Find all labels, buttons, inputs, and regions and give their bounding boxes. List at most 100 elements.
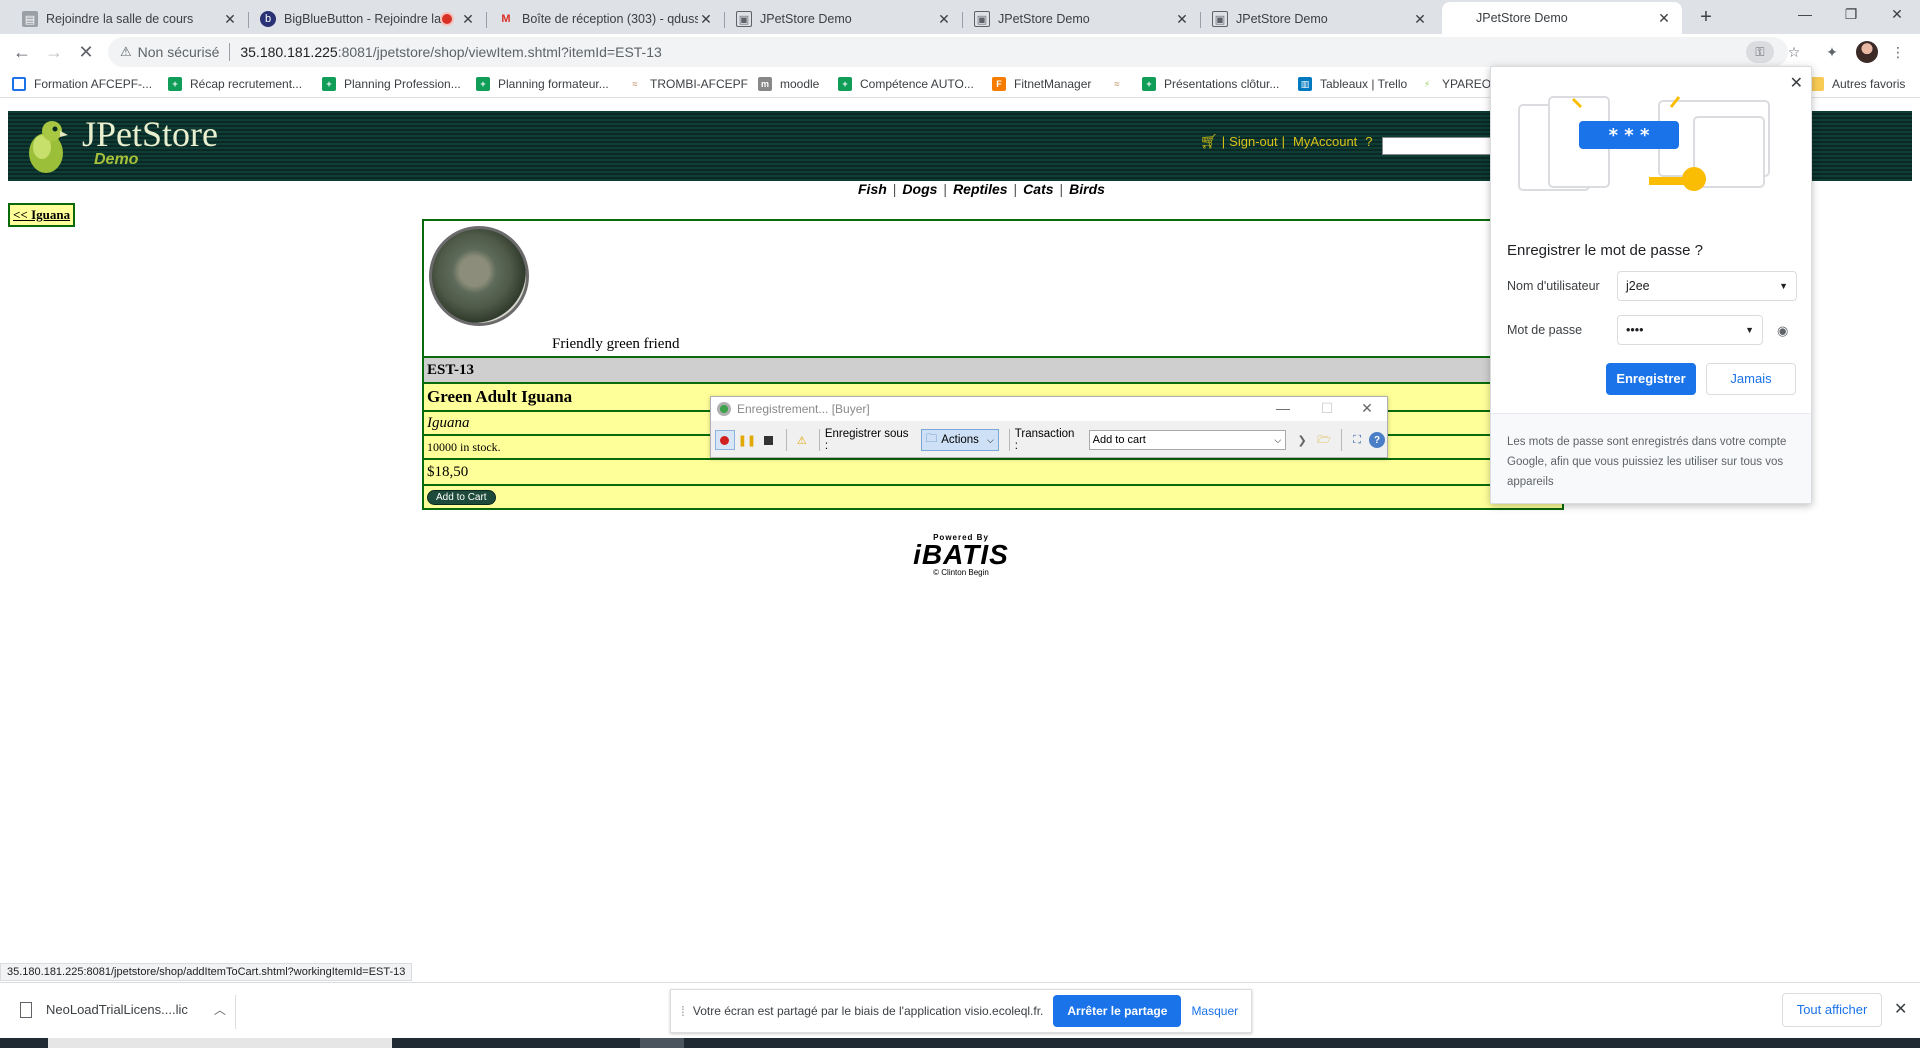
bookmark-item[interactable]: ≈ TROMBI-AFCEPF	[628, 75, 748, 93]
folder-icon: 🗀	[925, 432, 938, 445]
close-tab-icon[interactable]: ✕	[1174, 11, 1190, 28]
close-tab-icon[interactable]: ✕	[698, 11, 714, 28]
next-transaction-icon[interactable]: ❯	[1292, 430, 1312, 450]
taskbar-app[interactable]	[640, 1038, 684, 1048]
download-item[interactable]: NeoLoadTrialLicens....lic ︿	[20, 1001, 226, 1018]
help-link[interactable]: ?	[1365, 134, 1372, 149]
dropdown-arrow-icon: ▼	[1779, 281, 1788, 291]
parrot-logo-icon[interactable]	[22, 117, 70, 175]
recorder-toolbar: ❚❚ ⚠ Enregistrer sous : 🗀 Actions ⌵ Tran…	[711, 423, 1387, 457]
password-key-icon[interactable]: ⚿	[1746, 41, 1774, 63]
show-password-eye-icon[interactable]: ◉	[1777, 323, 1788, 339]
item-id: EST-13	[427, 361, 474, 378]
bookmark-item[interactable]: + Planning formateur...	[476, 75, 609, 93]
chevron-up-icon[interactable]: ︿	[214, 1001, 226, 1018]
bookmark-item[interactable]: Formation AFCEPF-...	[12, 75, 152, 93]
other-bookmarks[interactable]: Autres favoris	[1810, 75, 1905, 93]
new-tab-button[interactable]: +	[1694, 6, 1718, 30]
restore-window-icon[interactable]: ❐	[1828, 0, 1874, 30]
bookmark-item[interactable]: + Présentations clôtur...	[1142, 75, 1279, 93]
recorder-maximize-icon[interactable]: ☐	[1305, 397, 1349, 421]
profile-avatar[interactable]	[1856, 41, 1878, 63]
stop-icon[interactable]	[759, 430, 779, 450]
back-to-product-link[interactable]: << Iguana	[8, 203, 76, 227]
minimize-window-icon[interactable]: —	[1782, 0, 1828, 30]
settings-network-icon[interactable]: ⛶	[1347, 430, 1367, 450]
url-text[interactable]: 35.180.181.225:8081/jpetstore/shop/viewI…	[240, 44, 661, 60]
close-shelf-icon[interactable]: ✕	[1894, 999, 1907, 1019]
tab-gmail[interactable]: M Boîte de réception (303) - qdusse ✕	[488, 4, 725, 34]
store-logo-title[interactable]: JPetStore	[82, 113, 218, 155]
close-tab-icon[interactable]: ✕	[222, 11, 238, 28]
address-bar[interactable]: ⚠ Non sécurisé 35.180.181.225:8081/jpets…	[108, 37, 1788, 67]
menu-kebab-icon[interactable]: ⋮	[1888, 42, 1908, 62]
bookmark-item[interactable]: ▥ Tableaux | Trello	[1298, 75, 1407, 93]
tab-jpetstore-2[interactable]: ▣ JPetStore Demo ✕	[964, 4, 1201, 34]
record-icon[interactable]	[715, 430, 735, 450]
bigbluebutton-icon: b	[260, 11, 276, 27]
save-password-button[interactable]: Enregistrer	[1606, 363, 1696, 395]
bookmark-item[interactable]: ⚡ YPAREO	[1420, 75, 1491, 93]
category-reptiles-link[interactable]: Reptiles	[953, 181, 1007, 197]
transaction-combobox[interactable]: Add to cart ⌵	[1088, 430, 1287, 450]
tab-rejoindre[interactable]: ▤ Rejoindre la salle de cours ✕	[12, 4, 249, 34]
item-id-row: EST-13	[424, 356, 1562, 382]
stop-loading-icon[interactable]: ✕	[74, 40, 98, 64]
tab-jpetstore-3[interactable]: ▣ JPetStore Demo ✕	[1202, 4, 1438, 34]
chevron-down-icon: ⌵	[986, 434, 994, 445]
add-to-cart-row: Add to Cart	[424, 484, 1562, 508]
actions-dropdown[interactable]: 🗀 Actions ⌵	[920, 429, 999, 451]
search-input[interactable]	[1382, 137, 1502, 155]
close-window-icon[interactable]: ✕	[1874, 0, 1920, 30]
password-field[interactable]: •••• ▼	[1617, 315, 1763, 345]
category-fish-link[interactable]: Fish	[858, 181, 887, 197]
status-bar-url: 35.180.181.225:8081/jpetstore/shop/addIt…	[0, 963, 413, 981]
extensions-puzzle-icon[interactable]: ✦	[1822, 42, 1842, 62]
bookmark-star-icon[interactable]: ☆	[1784, 42, 1804, 62]
tab-jpetstore-active[interactable]: JPetStore Demo ✕	[1442, 2, 1682, 34]
tab-jpetstore-1[interactable]: ▣ JPetStore Demo ✕	[726, 4, 963, 34]
signout-link[interactable]: Sign-out	[1229, 134, 1277, 149]
url-host: 35.180.181.225	[240, 44, 338, 60]
add-to-cart-button[interactable]: Add to Cart	[427, 489, 496, 505]
dropdown-arrow-icon: ▼	[1745, 325, 1754, 335]
recorder-titlebar[interactable]: Enregistrement... [Buyer] — ☐ ✕	[711, 397, 1387, 421]
bookmark-item[interactable]: m moodle	[758, 75, 819, 93]
taskbar-app[interactable]	[48, 1038, 392, 1048]
category-dogs-link[interactable]: Dogs	[902, 181, 937, 197]
bookmark-item[interactable]: + Planning Profession...	[322, 75, 461, 93]
recorder-close-icon[interactable]: ✕	[1345, 397, 1389, 421]
bookmark-item[interactable]: + Récap recrutement...	[168, 75, 302, 93]
neoload-recorder-window: Enregistrement... [Buyer] — ☐ ✕ ❚❚ ⚠ Enr…	[710, 396, 1388, 458]
recorder-minimize-icon[interactable]: —	[1261, 397, 1305, 421]
bookmark-item[interactable]: ≈	[1110, 75, 1132, 93]
back-icon[interactable]: ←	[10, 40, 34, 64]
pause-icon[interactable]: ❚❚	[737, 430, 757, 450]
security-label[interactable]: Non sécurisé	[138, 44, 220, 60]
category-birds-link[interactable]: Birds	[1069, 181, 1105, 197]
cart-icon[interactable]: 🛒︎	[1200, 133, 1218, 150]
ibatis-brand: iBATIS	[913, 539, 1009, 570]
close-tab-icon[interactable]: ✕	[460, 11, 476, 28]
close-tab-icon[interactable]: ✕	[1656, 10, 1672, 27]
bookmark-item[interactable]: + Compétence AUTO...	[838, 75, 974, 93]
tab-title: Boîte de réception (303) - qdusse	[522, 12, 698, 26]
category-cats-link[interactable]: Cats	[1023, 181, 1053, 197]
stop-sharing-button[interactable]: Arrêter le partage	[1053, 995, 1182, 1027]
hide-share-bar-link[interactable]: Masquer	[1191, 1004, 1238, 1018]
drag-handle-icon[interactable]: ⁞	[681, 1003, 685, 1019]
myaccount-link[interactable]: MyAccount	[1293, 134, 1357, 149]
folder-icon	[1810, 77, 1824, 91]
forward-icon[interactable]: →	[42, 40, 66, 64]
open-folder-icon[interactable]: 🗁	[1314, 430, 1334, 450]
tab-title: JPetStore Demo	[1476, 11, 1568, 25]
tab-bigbluebutton[interactable]: b BigBlueButton - Rejoindre la ✕	[250, 4, 487, 34]
never-button[interactable]: Jamais	[1706, 363, 1796, 395]
bookmark-item[interactable]: F FitnetManager	[992, 75, 1091, 93]
username-field[interactable]: j2ee ▼	[1617, 271, 1797, 301]
close-tab-icon[interactable]: ✕	[936, 11, 952, 28]
warning-icon[interactable]: ⚠	[792, 430, 812, 450]
close-tab-icon[interactable]: ✕	[1412, 11, 1428, 28]
help-icon[interactable]: ?	[1369, 432, 1386, 448]
show-all-downloads-button[interactable]: Tout afficher	[1782, 993, 1882, 1027]
